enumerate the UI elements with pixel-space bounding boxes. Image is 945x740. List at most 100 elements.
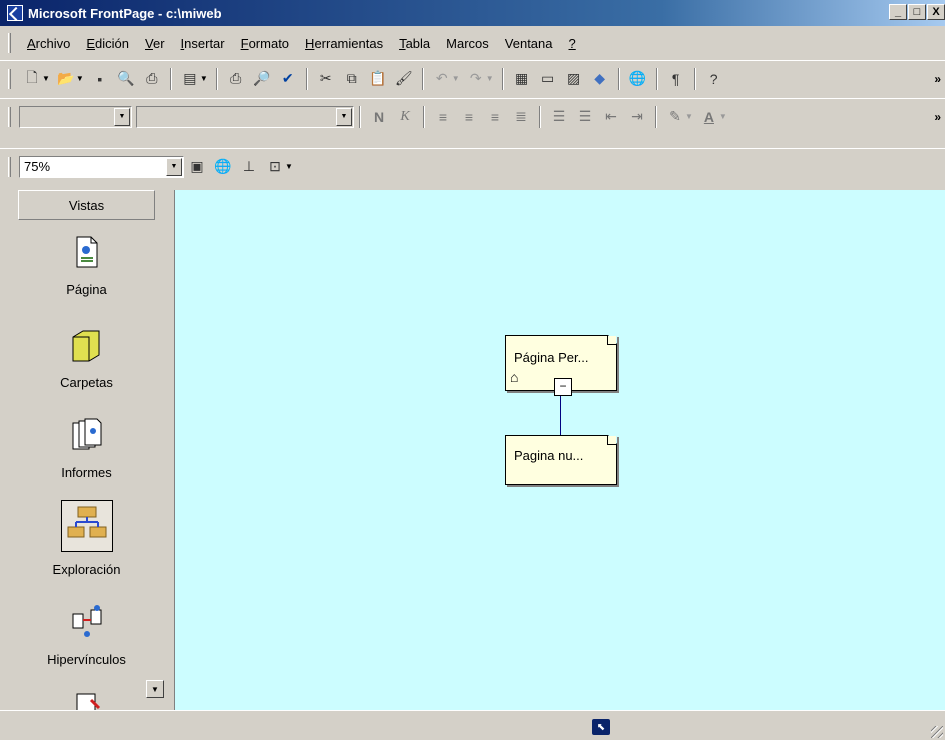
font-color-dropdown-icon[interactable]: ▼ <box>719 112 727 121</box>
insert-picture-icon[interactable]: ▨ <box>563 68 585 90</box>
help-icon[interactable]: ? <box>703 68 725 90</box>
menubar-grip[interactable] <box>8 33 11 53</box>
redo-icon[interactable]: ↷ <box>465 68 487 90</box>
web-settings-icon[interactable]: 🌐 <box>212 156 234 178</box>
toolbar-grip[interactable] <box>8 106 11 127</box>
reports-view-icon <box>67 415 107 455</box>
undo-dropdown-icon[interactable]: ▼ <box>452 74 460 83</box>
font-color-icon[interactable]: A <box>698 106 720 128</box>
open-icon[interactable]: 📂 <box>55 68 77 90</box>
menu-tabla[interactable]: Tabla <box>391 36 438 51</box>
view-reports[interactable]: Informes <box>18 415 155 480</box>
menu-herramientas[interactable]: Herramientas <box>297 36 391 51</box>
highlight-icon[interactable]: ✎ <box>664 106 686 128</box>
toolbar-separator <box>359 105 361 128</box>
toolbar-separator <box>305 67 308 90</box>
save-icon[interactable]: ▪ <box>89 68 111 90</box>
toolbar-separator <box>501 67 504 90</box>
menu-archivo[interactable]: Archivo <box>19 36 78 51</box>
chevron-down-icon[interactable]: ▼ <box>114 107 130 126</box>
toolbar-separator <box>539 105 541 128</box>
tasks-view-icon <box>67 690 107 710</box>
print-icon[interactable]: ⎙ <box>225 68 247 90</box>
bold-icon[interactable]: N <box>368 106 390 128</box>
chevron-down-icon[interactable]: ▼ <box>166 157 182 176</box>
view-page[interactable]: Página <box>18 232 155 297</box>
menu-ventana[interactable]: Ventana <box>497 36 561 51</box>
view-folders[interactable]: Carpetas <box>18 325 155 390</box>
align-right-icon[interactable]: ≡ <box>484 106 506 128</box>
format-painter-icon[interactable]: 🖌 <box>393 68 415 90</box>
menu-formato[interactable]: Formato <box>233 36 297 51</box>
undo-icon[interactable]: ↶ <box>431 68 453 90</box>
view-hyperlinks[interactable]: Hipervínculos <box>18 602 155 667</box>
toolbar-separator <box>169 67 172 90</box>
highlight-dropdown-icon[interactable]: ▼ <box>685 112 693 121</box>
node-label: Pagina nu... <box>514 448 584 463</box>
redo-dropdown-icon[interactable]: ▼ <box>486 74 494 83</box>
toggle-pane-dropdown-icon[interactable]: ▼ <box>200 74 208 83</box>
style-select[interactable]: ▼ <box>19 105 132 128</box>
insert-component-icon[interactable]: ▦ <box>511 68 533 90</box>
print-preview-icon[interactable]: 🔎 <box>251 68 273 90</box>
publish-icon[interactable]: ⎙ <box>141 68 163 90</box>
drawing-icon[interactable]: ◆ <box>589 68 611 90</box>
menu-ver[interactable]: Ver <box>137 36 173 51</box>
paste-icon[interactable]: 📋 <box>367 68 389 90</box>
zoom-value: 75% <box>24 159 51 174</box>
views-scroll-down-button[interactable]: ▼ <box>146 680 164 698</box>
insert-table-icon[interactable]: ▭ <box>537 68 559 90</box>
toolbar-separator <box>215 67 218 90</box>
menu-marcos[interactable]: Marcos <box>438 36 497 51</box>
font-select[interactable]: ▼ <box>136 105 354 128</box>
increase-indent-icon[interactable]: ⇥ <box>626 106 648 128</box>
show-all-icon[interactable]: ¶ <box>665 68 687 90</box>
chevron-down-icon[interactable]: ▼ <box>336 107 352 126</box>
cut-icon[interactable]: ✂ <box>315 68 337 90</box>
close-button[interactable]: X <box>927 4 945 20</box>
spelling-icon[interactable]: ✔ <box>277 68 299 90</box>
title-bar[interactable]: Microsoft FrontPage - c:\miweb _ □ X <box>0 0 945 26</box>
nav-node-root[interactable]: Página Per... ⌂ − <box>505 335 617 396</box>
view-label: Informes <box>61 465 112 480</box>
copy-icon[interactable]: ⧉ <box>341 68 363 90</box>
toolbar-options-icon[interactable]: ▼ <box>285 162 293 171</box>
frontpage-status-icon[interactable]: ⬉ <box>592 719 610 735</box>
toolbar-options-icon[interactable]: » <box>934 110 941 124</box>
numbering-icon[interactable]: ☰ <box>548 106 570 128</box>
menu-edicion[interactable]: Edición <box>78 36 137 51</box>
menu-help[interactable]: ? <box>561 36 584 51</box>
portrait-landscape-icon[interactable]: ▣ <box>186 156 208 178</box>
maximize-button[interactable]: □ <box>908 4 926 20</box>
node-connector <box>560 395 561 435</box>
toolbar-grip[interactable] <box>8 156 11 177</box>
zoom-select[interactable]: 75% ▼ <box>19 155 184 178</box>
new-page-icon[interactable]: 🗋 <box>21 68 43 90</box>
align-center-icon[interactable]: ≡ <box>458 106 480 128</box>
bullets-icon[interactable]: ☰ <box>574 106 596 128</box>
align-left-icon[interactable]: ≡ <box>432 106 454 128</box>
subtree-icon[interactable]: ⊥ <box>238 156 260 178</box>
justify-icon[interactable]: ≣ <box>510 106 532 128</box>
up-level-icon[interactable]: ⊡ <box>264 156 286 178</box>
resize-grip[interactable] <box>931 726 943 738</box>
toggle-pane-icon[interactable]: ▤ <box>179 68 201 90</box>
menu-insertar[interactable]: Insertar <box>173 36 233 51</box>
minimize-button[interactable]: _ <box>889 4 907 20</box>
collapse-button[interactable]: − <box>554 378 572 396</box>
toolbar-options-icon[interactable]: » <box>934 72 941 86</box>
toolbar-separator <box>655 105 657 128</box>
hyperlink-icon[interactable]: 🌐 <box>627 68 649 90</box>
open-dropdown-icon[interactable]: ▼ <box>76 74 84 83</box>
view-tasks[interactable] <box>18 690 155 710</box>
italic-icon[interactable]: K <box>394 106 416 128</box>
navigation-view-icon <box>60 500 113 552</box>
new-dropdown-icon[interactable]: ▼ <box>42 74 50 83</box>
page-view-icon <box>67 232 107 272</box>
toolbar-grip[interactable] <box>8 68 11 89</box>
decrease-indent-icon[interactable]: ⇤ <box>600 106 622 128</box>
view-navigation[interactable]: Exploración <box>18 500 155 577</box>
nav-node-child[interactable]: Pagina nu... <box>505 435 617 485</box>
search-web-icon[interactable]: 🔍 <box>115 68 137 90</box>
frontpage-app-icon[interactable] <box>7 5 23 21</box>
